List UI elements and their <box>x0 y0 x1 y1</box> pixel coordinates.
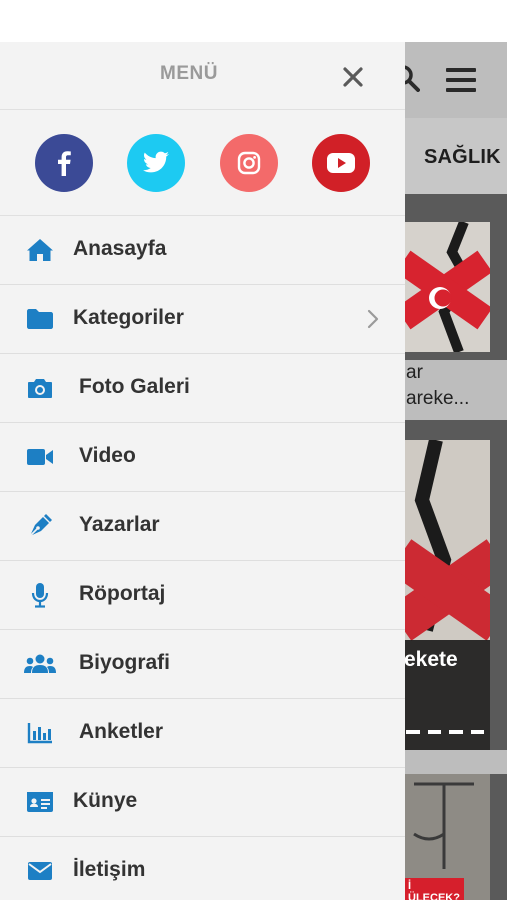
drawer-title: MENÜ <box>160 63 218 84</box>
news-featured-image[interactable] <box>404 440 490 750</box>
menu-item-kategoriler[interactable]: Kategoriler <box>0 285 405 354</box>
facebook-button[interactable] <box>35 134 93 192</box>
bar-chart-icon <box>26 721 54 745</box>
camera-icon <box>26 376 54 400</box>
slider-indicator <box>406 730 484 734</box>
menu-item-label: İletişim <box>73 858 146 881</box>
menu-item-label: Anketler <box>79 720 164 743</box>
close-icon[interactable] <box>343 67 363 87</box>
menu-item-iletisim[interactable]: İletişim <box>0 837 405 906</box>
status-bar <box>0 0 507 42</box>
menu-item-foto-galeri[interactable]: Foto Galeri <box>0 354 405 423</box>
menu-item-label: Röportaj <box>79 582 166 605</box>
close-button[interactable] <box>338 62 368 92</box>
microphone-icon <box>26 583 54 608</box>
menu-item-anketler[interactable]: Anketler <box>0 699 405 768</box>
twitter-button[interactable] <box>127 134 185 192</box>
folder-icon <box>26 307 54 331</box>
twitter-icon <box>142 151 169 173</box>
menu-item-label: Anasayfa <box>73 237 167 260</box>
social-links <box>0 110 405 216</box>
home-icon <box>26 238 54 262</box>
menu-item-biyografi[interactable]: Biyografi <box>0 630 405 699</box>
instagram-icon <box>237 151 261 175</box>
drawer-header: MENÜ <box>0 42 405 110</box>
menu-item-kunye[interactable]: Künye <box>0 768 405 837</box>
youtube-button[interactable] <box>312 134 370 192</box>
envelope-icon <box>26 859 54 883</box>
video-camera-icon <box>26 445 54 469</box>
id-card-icon <box>26 790 54 814</box>
instagram-button[interactable] <box>220 134 278 192</box>
news-card-image[interactable] <box>404 222 490 352</box>
menu-list: Anasayfa Kategoriler Foto Galeri Video Y… <box>0 216 405 906</box>
menu-item-label: Foto Galeri <box>79 375 190 398</box>
facebook-icon <box>58 151 71 176</box>
news-card-title[interactable]: ar areke... <box>404 360 507 420</box>
menu-item-yazarlar[interactable]: Yazarlar <box>0 492 405 561</box>
news-featured-title[interactable]: ekete <box>404 648 458 672</box>
menu-item-anasayfa[interactable]: Anasayfa <box>0 216 405 285</box>
chevron-right-icon[interactable] <box>366 309 380 329</box>
youtube-icon <box>327 153 355 173</box>
menu-item-label: Künye <box>73 789 138 812</box>
menu-item-label: Yazarlar <box>79 513 160 536</box>
pen-icon <box>26 514 54 538</box>
hamburger-menu-icon[interactable] <box>446 68 476 92</box>
menu-item-label: Video <box>79 444 136 467</box>
menu-item-roportaj[interactable]: Röportaj <box>0 561 405 630</box>
menu-item-video[interactable]: Video <box>0 423 405 492</box>
menu-item-label: Kategoriler <box>73 306 184 329</box>
tab-saglik[interactable]: SAĞLIK <box>424 146 501 169</box>
side-drawer-menu: MENÜ Anasayfa Kategoriler Foto Galeri Vi… <box>0 42 405 900</box>
news-card-badge: İ ÜLECEK? <box>404 878 464 900</box>
users-icon <box>24 652 56 676</box>
menu-item-label: Biyografi <box>79 651 171 674</box>
